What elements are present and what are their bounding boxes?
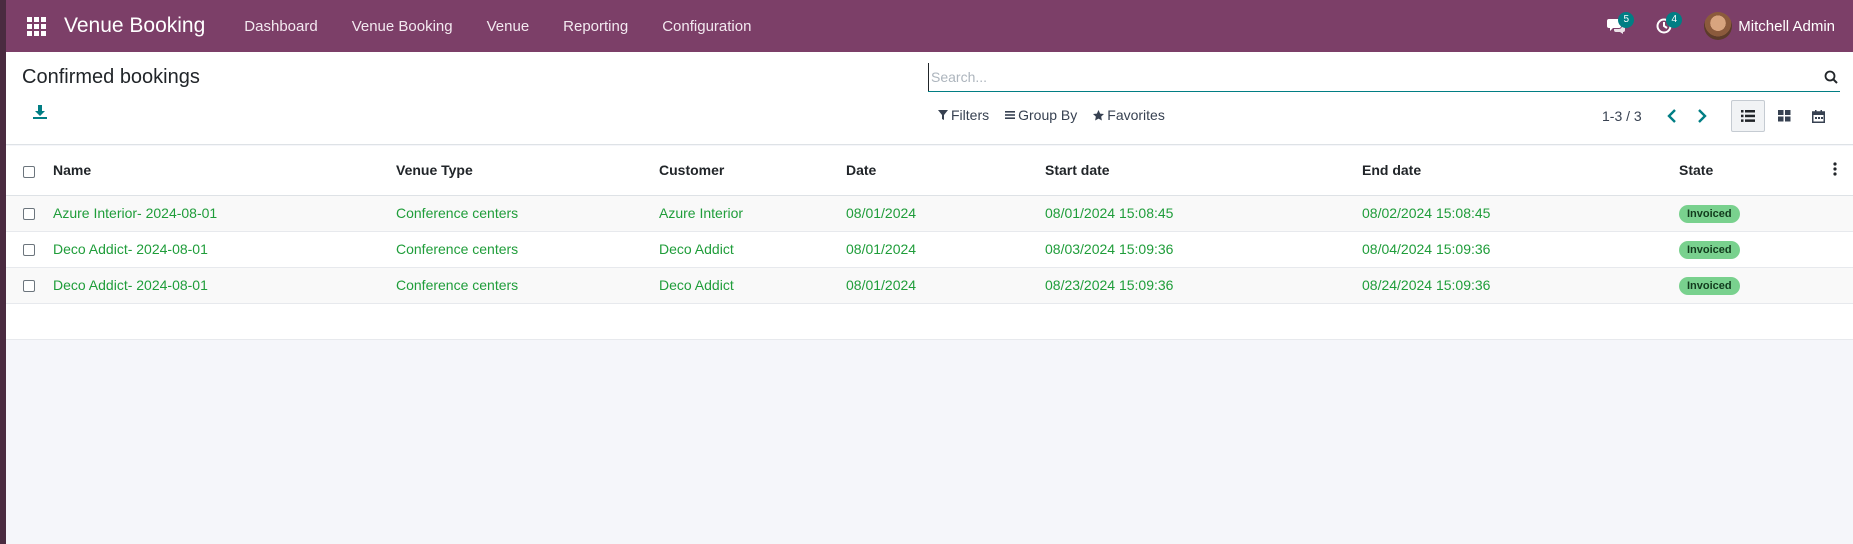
menu-venue-booking[interactable]: Venue Booking — [335, 0, 470, 52]
status-badge: Invoiced — [1679, 276, 1740, 295]
search-icon[interactable] — [1822, 68, 1840, 86]
cell-spacer — [1833, 195, 1853, 232]
export-button[interactable] — [32, 104, 52, 124]
column-header-name[interactable]: Name — [53, 146, 396, 196]
list-view-button[interactable] — [1731, 100, 1765, 132]
star-icon — [1093, 109, 1105, 121]
cell-venue-type[interactable]: Conference centers — [396, 267, 659, 304]
favorites-label: Favorites — [1107, 107, 1165, 123]
chevron-left-icon — [1667, 109, 1676, 123]
cell-name[interactable]: Deco Addict- 2024-08-01 — [53, 231, 396, 268]
cell-date[interactable]: 08/01/2024 — [846, 231, 1045, 268]
row-select-cell — [6, 195, 53, 232]
bookings-table: Name Venue Type Customer Date Start date… — [6, 146, 1853, 340]
list-icon — [1741, 110, 1755, 122]
table-row[interactable]: Azure Interior- 2024-08-01 Conference ce… — [6, 195, 1853, 232]
grid-icon — [1777, 110, 1790, 122]
empty-row — [6, 303, 1853, 340]
search-input[interactable] — [928, 62, 1808, 91]
cell-state[interactable]: Invoiced — [1679, 231, 1833, 268]
favorites-toggle[interactable]: Favorites — [1093, 107, 1165, 123]
status-badge: Invoiced — [1679, 240, 1740, 259]
search-panel-toggles: Filters Group By Favorites — [938, 107, 1165, 123]
cell-name[interactable]: Azure Interior- 2024-08-01 — [53, 195, 396, 232]
menu-dashboard[interactable]: Dashboard — [227, 0, 334, 52]
column-header-end-date[interactable]: End date — [1362, 146, 1679, 196]
cell-name[interactable]: Deco Addict- 2024-08-01 — [53, 267, 396, 304]
cell-customer[interactable]: Deco Addict — [659, 267, 846, 304]
chevron-right-icon — [1698, 109, 1707, 123]
top-navbar: Venue Booking Dashboard Venue Booking Ve… — [6, 0, 1853, 52]
calendar-view-button[interactable] — [1801, 100, 1835, 132]
cell-spacer — [1833, 267, 1853, 304]
row-select-cell — [6, 267, 53, 304]
activities-count-badge: 4 — [1666, 12, 1683, 28]
apps-menu-icon[interactable] — [10, 0, 62, 52]
calendar-icon — [1811, 109, 1825, 123]
user-name[interactable]: Mitchell Admin — [1738, 18, 1835, 35]
cell-customer[interactable]: Azure Interior — [659, 195, 846, 232]
cell-venue-type[interactable]: Conference centers — [396, 231, 659, 268]
filters-label: Filters — [951, 107, 990, 123]
row-select-cell — [6, 231, 53, 268]
pager-next-button[interactable] — [1690, 104, 1714, 128]
download-icon — [33, 105, 47, 119]
cell-state[interactable]: Invoiced — [1679, 267, 1833, 304]
table-header-row: Name Venue Type Customer Date Start date… — [6, 146, 1853, 196]
group-by-label: Group By — [1018, 107, 1078, 123]
column-header-date[interactable]: Date — [846, 146, 1045, 196]
optional-columns-cell — [1833, 146, 1853, 196]
cell-state[interactable]: Invoiced — [1679, 195, 1833, 232]
control-panel: Confirmed bookings Filters Group By Favo… — [6, 52, 1853, 145]
column-header-state[interactable]: State — [1679, 146, 1833, 196]
cell-end-date[interactable]: 08/24/2024 15:09:36 — [1362, 267, 1679, 304]
bars-icon — [1005, 111, 1016, 119]
pager-previous-button[interactable] — [1660, 104, 1684, 128]
row-checkbox[interactable] — [23, 244, 35, 257]
search-bar — [928, 62, 1840, 92]
page-title: Confirmed bookings — [22, 66, 200, 88]
activities-button[interactable]: 4 — [1640, 0, 1688, 52]
empty-cell — [6, 303, 1853, 340]
select-all-cell — [6, 146, 53, 196]
status-badge: Invoiced — [1679, 204, 1740, 223]
column-header-start-date[interactable]: Start date — [1045, 146, 1362, 196]
column-header-venue-type[interactable]: Venue Type — [396, 146, 659, 196]
table-row[interactable]: Deco Addict- 2024-08-01 Conference cente… — [6, 231, 1853, 268]
app-brand[interactable]: Venue Booking — [64, 14, 205, 38]
cell-end-date[interactable]: 08/02/2024 15:08:45 — [1362, 195, 1679, 232]
list-view: Name Venue Type Customer Date Start date… — [6, 146, 1853, 340]
menu-reporting[interactable]: Reporting — [546, 0, 645, 52]
cell-start-date[interactable]: 08/01/2024 15:08:45 — [1045, 195, 1362, 232]
menu-configuration[interactable]: Configuration — [645, 0, 768, 52]
cell-venue-type[interactable]: Conference centers — [396, 195, 659, 232]
cell-date[interactable]: 08/01/2024 — [846, 195, 1045, 232]
user-avatar[interactable] — [1704, 12, 1733, 40]
cell-start-date[interactable]: 08/23/2024 15:09:36 — [1045, 267, 1362, 304]
menu-venue[interactable]: Venue — [470, 0, 547, 52]
cell-spacer — [1833, 231, 1853, 268]
more-vertical-icon[interactable] — [1833, 162, 1837, 176]
row-checkbox[interactable] — [23, 280, 35, 293]
messages-button[interactable]: 5 — [1592, 0, 1640, 52]
column-header-customer[interactable]: Customer — [659, 146, 846, 196]
pager-value[interactable]: 1-3 / 3 — [1602, 108, 1642, 124]
group-by-toggle[interactable]: Group By — [1005, 107, 1077, 123]
filter-icon — [938, 110, 948, 120]
row-checkbox[interactable] — [23, 208, 35, 221]
cell-end-date[interactable]: 08/04/2024 15:09:36 — [1362, 231, 1679, 268]
kanban-view-button[interactable] — [1767, 100, 1801, 132]
filters-toggle[interactable]: Filters — [938, 107, 989, 123]
cell-customer[interactable]: Deco Addict — [659, 231, 846, 268]
cell-start-date[interactable]: 08/03/2024 15:09:36 — [1045, 231, 1362, 268]
cell-date[interactable]: 08/01/2024 — [846, 267, 1045, 304]
select-all-checkbox[interactable] — [23, 165, 35, 178]
messages-count-badge: 5 — [1618, 12, 1635, 28]
table-row[interactable]: Deco Addict- 2024-08-01 Conference cente… — [6, 267, 1853, 304]
